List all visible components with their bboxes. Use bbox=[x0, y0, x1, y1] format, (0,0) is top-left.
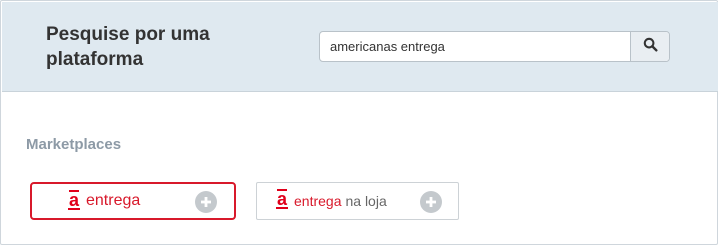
section-title-marketplaces: Marketplaces bbox=[26, 136, 122, 153]
search-button[interactable] bbox=[630, 32, 669, 61]
search-box bbox=[319, 31, 670, 62]
platform-search-panel: Pesquise por uma plataforma Marketplaces… bbox=[0, 0, 718, 245]
marketplace-name: entrega na loja bbox=[294, 193, 387, 209]
search-input[interactable] bbox=[320, 32, 631, 61]
marketplace-card-americanas-entrega-na-loja[interactable]: a entrega na loja bbox=[256, 182, 459, 220]
marketplace-name: entrega bbox=[86, 192, 141, 209]
marketplace-suffix: na loja bbox=[345, 193, 387, 209]
search-icon bbox=[643, 37, 658, 57]
plus-circle-icon[interactable] bbox=[420, 191, 442, 213]
americanas-logo-icon: a bbox=[68, 190, 80, 213]
plus-circle-icon[interactable] bbox=[195, 191, 217, 213]
panel-header: Pesquise por uma plataforma bbox=[2, 2, 718, 92]
americanas-logo-icon: a bbox=[276, 189, 288, 212]
marketplace-card-americanas-entrega[interactable]: a entrega bbox=[30, 182, 236, 220]
page-title: Pesquise por uma plataforma bbox=[46, 24, 210, 70]
